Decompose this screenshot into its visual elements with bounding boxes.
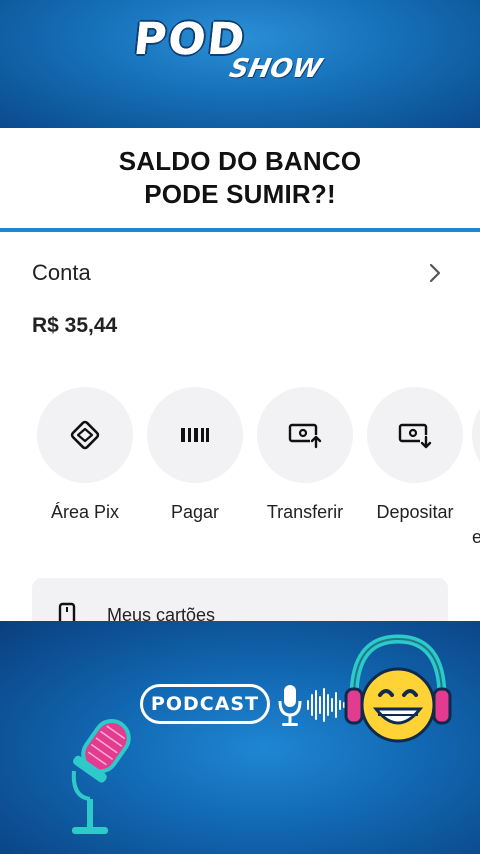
transfer-icon	[288, 423, 322, 449]
action-circle	[147, 387, 243, 483]
podcast-badge: PODCAST	[140, 684, 270, 724]
account-title: Conta	[32, 260, 91, 285]
action-transferir[interactable]: Transferir	[250, 387, 360, 537]
headline-line-1: SALDO DO BANCO	[118, 146, 362, 176]
action-label: Transferir	[266, 502, 344, 522]
card-icon	[58, 602, 76, 621]
top-banner: POD SHOW	[0, 0, 480, 128]
bottom-banner: PODCAST	[0, 621, 480, 854]
microphone-icon	[278, 685, 302, 726]
bank-app-screen: Conta R$ 35,44 Área Pix Pagar Transferir…	[0, 232, 480, 621]
studio-microphone-icon	[71, 719, 131, 834]
action-label: Pagar	[170, 502, 220, 522]
logo-pod-text: POD	[131, 14, 249, 65]
podcast-badge-text: PODCAST	[150, 693, 260, 715]
action-label: Área Pix	[50, 502, 120, 522]
my-cards-label: Meus cartões	[107, 605, 216, 621]
podshow-logo: POD SHOW	[131, 14, 325, 94]
action-circle	[37, 387, 133, 483]
action-pagar[interactable]: Pagar	[140, 387, 250, 537]
logo-show-text: SHOW	[226, 54, 325, 84]
action-depositar[interactable]: Depositar	[360, 387, 470, 537]
action-area-pix[interactable]: Área Pix	[30, 387, 140, 537]
deposit-icon	[398, 423, 432, 449]
action-circle	[257, 387, 353, 483]
action-partial[interactable]: e	[472, 387, 480, 547]
action-label-partial: e	[472, 527, 480, 547]
action-label: Depositar	[376, 502, 454, 522]
sound-wave-icon	[307, 688, 345, 722]
account-balance: R$ 35,44	[32, 314, 118, 337]
chevron-right-icon[interactable]	[426, 262, 444, 284]
action-circle	[367, 387, 463, 483]
barcode-icon	[181, 428, 209, 442]
my-cards-button[interactable]: Meus cartões	[32, 578, 448, 621]
action-circle	[472, 387, 480, 483]
headphones-emoji-icon	[344, 634, 452, 743]
headline-line-2: PODE SUMIR?!	[144, 179, 336, 209]
account-row[interactable]: Conta	[32, 260, 444, 288]
headline: SALDO DO BANCO PODE SUMIR?!	[0, 128, 480, 228]
pix-icon	[70, 420, 100, 450]
